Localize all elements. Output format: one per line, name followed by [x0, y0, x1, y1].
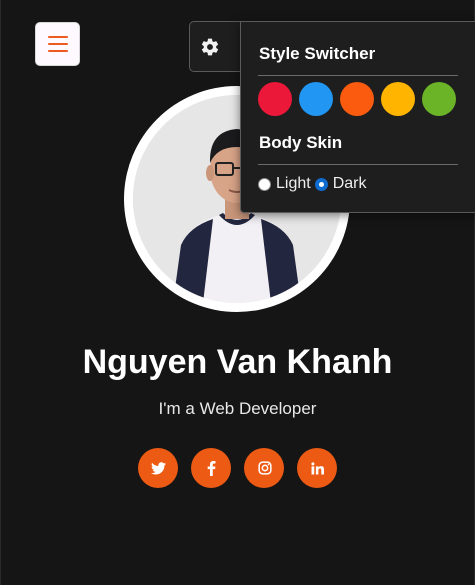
divider: [258, 164, 458, 165]
divider: [258, 75, 458, 76]
skin-label-light: Light: [276, 175, 311, 192]
hamburger-icon-line: [47, 50, 68, 52]
body-skin-title: Body Skin: [259, 133, 343, 152]
light-radio[interactable]: [258, 177, 271, 191]
skin-option-dark[interactable]: Dark: [314, 175, 367, 193]
style-switcher-panel: Style Switcher Body Skin Light Dark: [240, 21, 475, 213]
twitter-link[interactable]: [138, 448, 178, 488]
color-swatch-green[interactable]: [422, 82, 456, 116]
menu-button[interactable]: [35, 22, 80, 66]
dark-radio[interactable]: [314, 177, 328, 191]
skin-option-light[interactable]: Light: [258, 175, 311, 193]
facebook-link[interactable]: [191, 448, 231, 488]
color-swatches: [258, 82, 456, 116]
social-links: [0, 448, 475, 488]
twitter-icon: [151, 461, 166, 474]
instagram-link[interactable]: [244, 448, 284, 488]
linkedin-link[interactable]: [297, 448, 337, 488]
hamburger-icon: [47, 36, 68, 38]
color-swatch-yellow[interactable]: [381, 82, 415, 116]
color-swatch-red[interactable]: [258, 82, 292, 116]
style-switcher-toggle[interactable]: [189, 21, 243, 72]
hamburger-icon-line: [47, 43, 68, 45]
instagram-icon: [257, 461, 272, 475]
profile-role: I'm a Web Developer: [158, 399, 317, 418]
profile-name: Nguyen Van Khanh: [82, 343, 393, 381]
gear-icon: [201, 38, 219, 55]
facebook-icon: [207, 460, 216, 476]
style-switcher-title: Style Switcher: [259, 44, 376, 63]
skin-label-dark: Dark: [332, 175, 367, 192]
body-skin-options: Light Dark: [258, 175, 366, 193]
color-swatch-blue[interactable]: [299, 82, 333, 116]
color-swatch-orange[interactable]: [340, 82, 374, 116]
linkedin-icon: [311, 461, 324, 474]
